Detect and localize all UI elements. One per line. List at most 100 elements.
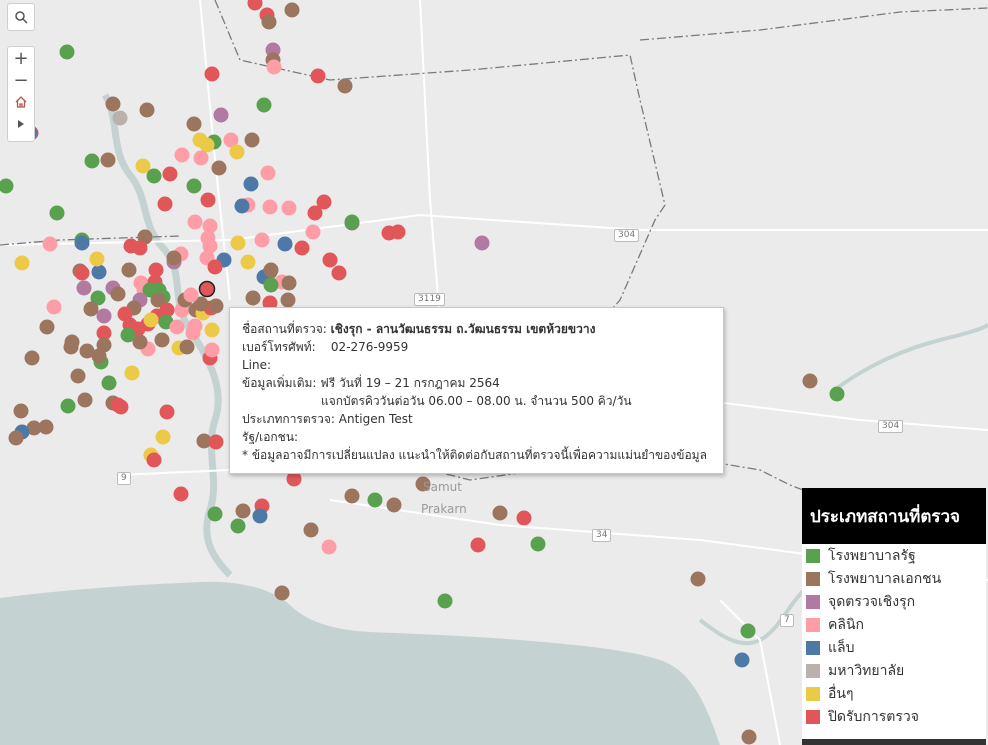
map-marker-priv[interactable] [235,503,251,519]
map-marker-closed[interactable] [113,399,129,415]
map-marker-other[interactable] [14,255,30,271]
map-marker-gov[interactable] [740,623,756,639]
map-marker-priv[interactable] [166,250,182,266]
map-marker-mobile[interactable] [76,280,92,296]
map-marker-priv[interactable] [344,488,360,504]
map-marker-priv[interactable] [100,152,116,168]
map-marker-clinic[interactable] [185,325,201,341]
map-marker-gov[interactable] [101,375,117,391]
map-marker-priv[interactable] [245,290,261,306]
map-marker-gov[interactable] [49,205,65,221]
map-marker-clinic[interactable] [262,199,278,215]
map-marker-clinic[interactable] [187,214,203,230]
map-marker-clinic[interactable] [169,319,185,335]
map-marker-priv[interactable] [132,334,148,350]
legend-item[interactable]: โรงพยาบาลรัฐ [802,544,986,567]
map-marker-priv[interactable] [8,430,24,446]
map-marker-closed[interactable] [162,166,178,182]
map-marker-priv[interactable] [38,419,54,435]
map-marker-gov[interactable] [263,277,279,293]
map-marker-closed[interactable] [390,224,406,240]
play-icon[interactable] [8,113,34,135]
zoom-in-button[interactable]: + [8,47,34,69]
map-marker-other[interactable] [199,137,215,153]
map-marker-mobile[interactable] [474,235,490,251]
map-marker-closed[interactable] [159,404,175,420]
map-marker-closed[interactable] [331,265,347,281]
search-control[interactable] [7,3,35,31]
map-marker-lab[interactable] [734,652,750,668]
map-marker-priv[interactable] [105,96,121,112]
home-icon[interactable] [8,91,34,113]
map-marker-priv[interactable] [13,403,29,419]
map-marker-lab[interactable] [74,235,90,251]
map-marker-clinic[interactable] [46,299,62,315]
map-marker-gov[interactable] [186,178,202,194]
map-marker-priv[interactable] [802,373,818,389]
map-marker-lab[interactable] [252,508,268,524]
map-marker-priv[interactable] [261,14,277,30]
map-marker-closed[interactable] [516,510,532,526]
map-marker-mobile[interactable] [96,308,112,324]
map-marker-priv[interactable] [284,2,300,18]
map-marker-lab[interactable] [234,198,250,214]
map-marker-clinic[interactable] [204,342,220,358]
map-marker-uni[interactable] [112,110,128,126]
map-marker-gov[interactable] [207,506,223,522]
map-marker-closed[interactable] [207,259,223,275]
map-marker-priv[interactable] [121,262,137,278]
map-marker-closed[interactable] [74,265,90,281]
map-marker-priv[interactable] [281,275,297,291]
map-marker-gov[interactable] [344,214,360,230]
map-marker-closed[interactable] [204,66,220,82]
map-marker-mobile[interactable] [213,107,229,123]
map-marker-closed[interactable] [200,192,216,208]
map-marker-gov[interactable] [256,97,272,113]
map-marker-closed[interactable] [470,537,486,553]
map-marker-priv[interactable] [154,332,170,348]
map-marker-closed[interactable] [132,240,148,256]
map-marker-lab[interactable] [91,264,107,280]
search-icon[interactable] [8,4,34,30]
legend-item[interactable]: จุดตรวจเชิงรุก [802,590,986,613]
map-marker-priv[interactable] [110,286,126,302]
map-marker-gov[interactable] [829,386,845,402]
map-marker-gov[interactable] [230,518,246,534]
legend-item[interactable]: แล็บ [802,636,986,659]
map-marker-priv[interactable] [91,348,107,364]
map-marker-closed[interactable] [208,434,224,450]
map-marker-other[interactable] [229,144,245,160]
map-marker-priv[interactable] [690,571,706,587]
map-marker-priv[interactable] [63,339,79,355]
map-marker-closed[interactable] [173,486,189,502]
map-marker-other[interactable] [143,312,159,328]
map-marker-priv[interactable] [492,505,508,521]
map-marker-priv[interactable] [244,132,260,148]
legend-item[interactable]: โรงพยาบาลเอกชน [802,567,986,590]
map-marker-priv[interactable] [303,522,319,538]
map-marker-priv[interactable] [208,298,224,314]
map-marker-clinic[interactable] [42,236,58,252]
map-marker-gov[interactable] [146,168,162,184]
map-marker-other[interactable] [124,365,140,381]
map-marker-priv[interactable] [24,350,40,366]
legend-item[interactable]: คลินิก [802,613,986,636]
map-marker-lab[interactable] [277,236,293,252]
legend-item[interactable]: ปิดรับการตรวจ [802,705,986,728]
map-marker-other[interactable] [89,251,105,267]
map-marker-clinic[interactable] [254,232,270,248]
map-marker-priv[interactable] [39,319,55,335]
selected-map-marker[interactable] [198,280,216,298]
map-marker-priv[interactable] [337,78,353,94]
map-marker-gov[interactable] [437,593,453,609]
map-marker-gov[interactable] [59,44,75,60]
map-marker-clinic[interactable] [174,147,190,163]
map-marker-priv[interactable] [263,262,279,278]
map-marker-closed[interactable] [294,240,310,256]
map-marker-closed[interactable] [316,194,332,210]
map-marker-priv[interactable] [741,729,757,745]
map-marker-lab[interactable] [243,176,259,192]
zoom-out-button[interactable]: − [8,69,34,91]
map-marker-closed[interactable] [322,252,338,268]
map-marker-closed[interactable] [146,452,162,468]
